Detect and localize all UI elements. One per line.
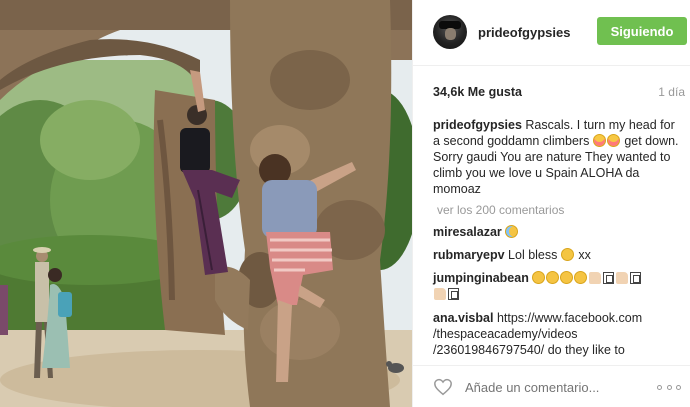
crying-laugh-emoji-icon (505, 225, 519, 238)
grimace-emoji-icon (560, 248, 574, 261)
post-side-panel: prideofgypsies Siguiendo 34,6k Me gusta … (412, 0, 690, 407)
tongue-emoji-icon (592, 134, 606, 147)
heart-icon[interactable] (433, 378, 453, 396)
comment-username[interactable]: ana.visbal (433, 311, 493, 325)
comment-item: rubmaryepv Lol bless xx (433, 247, 685, 263)
post-header: prideofgypsies Siguiendo (413, 0, 690, 66)
missing-glyph-icon (603, 272, 615, 284)
smile-emoji-icon (546, 271, 560, 284)
option-dot (657, 384, 662, 390)
avatar[interactable] (433, 15, 467, 49)
comment-text-after: xx (578, 248, 591, 262)
following-button[interactable]: Siguiendo (597, 17, 687, 45)
post-photo[interactable] (0, 0, 412, 407)
tongue-emoji-icon (606, 134, 620, 147)
missing-glyph-icon (630, 272, 642, 284)
comment-username[interactable]: rubmaryepv (433, 248, 505, 262)
option-dot (666, 384, 672, 390)
smile-emoji-icon (532, 271, 546, 284)
thumbs-up-emoji-icon (434, 288, 446, 300)
comment-item: miresalazar (433, 224, 685, 240)
post-time[interactable]: 1 día (658, 85, 685, 99)
likes-count[interactable]: 34,6k Me gusta (433, 85, 522, 99)
caption: prideofgypsies Rascals. I turn my head f… (433, 117, 685, 197)
smile-emoji-icon (574, 271, 588, 284)
comments-list: prideofgypsies Rascals. I turn my head f… (433, 117, 685, 365)
add-comment-input[interactable] (465, 380, 645, 395)
missing-glyph-icon (448, 288, 459, 300)
comment-username[interactable]: miresalazar (433, 225, 502, 239)
post-stats: 34,6k Me gusta 1 día (433, 85, 685, 101)
avatar-face (445, 28, 456, 40)
comment-item: jumpinginabean (433, 270, 685, 302)
more-options-icon[interactable] (657, 382, 681, 392)
option-dot (676, 384, 681, 390)
thumbs-up-emoji-icon (616, 272, 629, 284)
caption-username[interactable]: prideofgypsies (433, 118, 522, 132)
thumbs-up-emoji-icon (589, 272, 602, 284)
smile-emoji-icon (560, 271, 574, 284)
comment-username[interactable]: jumpinginabean (433, 271, 529, 285)
view-more-comments[interactable]: ver los 200 comentarios (437, 202, 685, 218)
comment-footer (413, 365, 690, 407)
photo-illustration (0, 0, 412, 407)
post-username[interactable]: prideofgypsies (478, 25, 570, 40)
comment-text: Lol bless (508, 248, 558, 262)
comment-item: ana.visbal https://www.facebook.com /the… (433, 310, 685, 358)
